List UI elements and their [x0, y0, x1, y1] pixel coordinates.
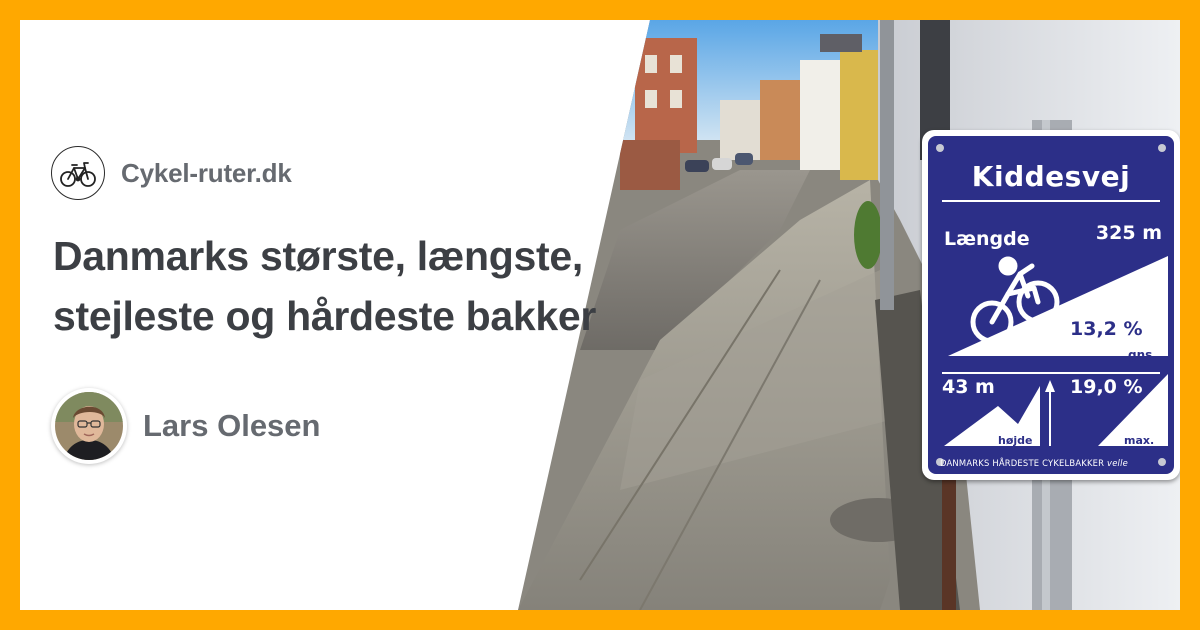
velle-logo: velle: [1107, 458, 1128, 468]
sign-length-label: Længde: [944, 228, 1030, 250]
avatar: [51, 388, 127, 464]
sign-divider: [942, 200, 1160, 202]
headline-line-1: Danmarks største, længste,: [53, 233, 583, 279]
share-card: Kiddesvej Længde 325 m 13,2 % gns. 43 m …: [0, 0, 1200, 630]
sign-avg-label: gns.: [1128, 348, 1157, 362]
sign-length-value: 325 m: [1095, 222, 1162, 244]
person-portrait-icon: [55, 392, 123, 460]
arrow-up-icon: [1045, 380, 1055, 392]
bicycle-icon: [51, 146, 105, 200]
sign-max-grade: 19,0 %: [1070, 376, 1143, 398]
road-sign: Kiddesvej Længde 325 m 13,2 % gns. 43 m …: [922, 130, 1180, 480]
sign-footer: DANMARKS HÅRDESTE CYKELBAKKER velle: [940, 458, 1128, 468]
site-name: Cykel-ruter.dk: [121, 157, 292, 188]
sign-avg-grade: 13,2 %: [1070, 318, 1143, 340]
author-name: Lars Olesen: [143, 408, 321, 443]
site-brand[interactable]: Cykel-ruter.dk: [51, 146, 292, 200]
author-block[interactable]: Lars Olesen: [51, 388, 320, 464]
headline-line-2: stejleste og hårdeste bakker: [53, 293, 597, 339]
sign-title: Kiddesvej: [971, 160, 1131, 193]
sign-height-value: 43 m: [942, 376, 995, 398]
sign-height-label: højde: [998, 434, 1033, 447]
sign-footer-text: DANMARKS HÅRDESTE CYKELBAKKER: [940, 458, 1105, 468]
article-headline: Danmarks største, længste, stejleste og …: [53, 226, 613, 346]
sign-max-label: max.: [1124, 434, 1155, 447]
